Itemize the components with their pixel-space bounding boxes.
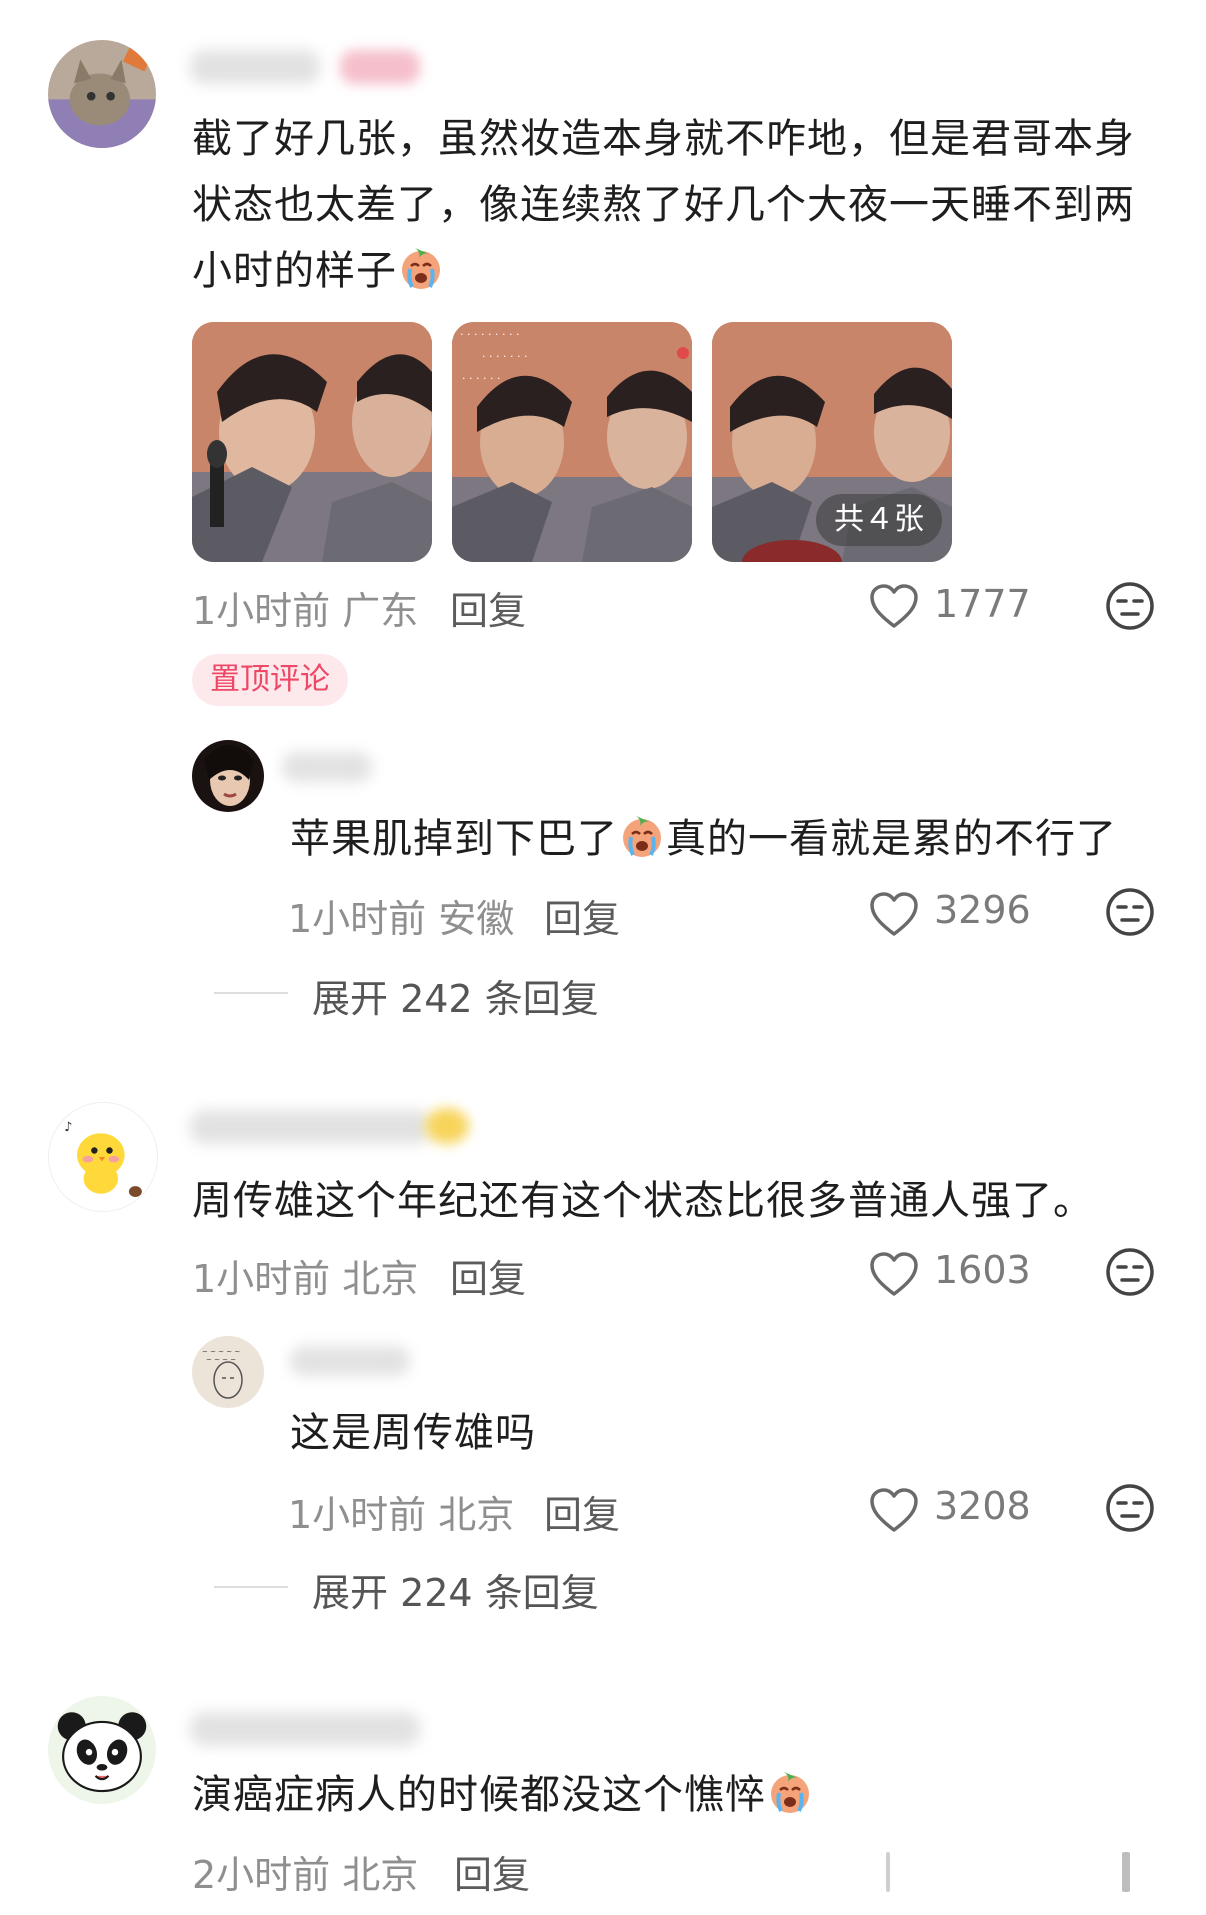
reply-time-location: 1小时前 安徽 — [288, 897, 515, 941]
reply-text: 苹果肌掉到下巴了 真的一看就是累的不行了 — [290, 806, 1170, 872]
comment-image-2[interactable]: · · · · · · · · · · · · · · · · · · · · … — [452, 322, 692, 562]
reply-time-location: 1小时前 北京 — [288, 1493, 515, 1537]
expand-divider — [214, 1586, 288, 1588]
like-count: 1777 — [934, 582, 1031, 626]
reply-button[interactable]: 回复 — [454, 1844, 530, 1899]
reply-button[interactable]: 回复 — [544, 1484, 620, 1539]
reply-button[interactable]: 回复 — [450, 580, 526, 635]
expand-replies-button[interactable]: 展开 224 条回复 — [312, 1562, 599, 1617]
svg-text:· · · · · ·: · · · · · · — [462, 372, 500, 385]
pinned-comment-tag: 置顶评论 — [192, 654, 348, 706]
like-count: 3208 — [934, 1484, 1031, 1528]
user-tag-blurred — [340, 50, 420, 84]
heart-outline-icon[interactable] — [868, 582, 920, 630]
image-count-badge[interactable]: 共４张 — [816, 494, 942, 546]
heart-outline-icon[interactable] — [868, 1250, 920, 1298]
scroll-indicator — [1122, 1852, 1130, 1892]
heart-outline-icon[interactable] — [868, 890, 920, 938]
comment-text: 周传雄这个年纪还有这个状态比很多普通人强了。 — [192, 1178, 1094, 1224]
comment-time-location: 1小时前 北京 — [192, 1257, 419, 1301]
like-count: 1603 — [934, 1248, 1031, 1292]
comment-time-location: 2小时前 北京 — [192, 1853, 419, 1897]
username-blurred[interactable] — [282, 752, 372, 782]
reply-button[interactable]: 回复 — [544, 888, 620, 943]
avatar-cat[interactable] — [48, 40, 156, 148]
reply-button[interactable]: 回复 — [450, 1248, 526, 1303]
avatar-chick[interactable]: ♪ — [48, 1102, 158, 1212]
scroll-indicator — [886, 1852, 890, 1892]
avatar-sketch[interactable]: ~ ~ ~ ~ ~ ~ ~ ~ ~ — [192, 1336, 264, 1408]
neutral-face-icon[interactable] — [1104, 580, 1156, 632]
avatar-panda[interactable] — [48, 1696, 156, 1804]
comment-time-location: 1小时前 广东 — [192, 589, 419, 633]
username-blurred[interactable] — [190, 1110, 430, 1144]
comment-image-1[interactable] — [192, 322, 432, 562]
crying-face-emoji — [397, 244, 445, 292]
username-blurred[interactable] — [190, 50, 320, 84]
crying-face-emoji — [618, 812, 666, 860]
avatar-woman[interactable] — [192, 740, 264, 812]
username-blurred[interactable] — [190, 1712, 420, 1746]
comment-text: 演癌症病人的时候都没这个憔悴 — [192, 1762, 1172, 1828]
heart-outline-icon[interactable] — [868, 1486, 920, 1534]
crying-face-emoji — [766, 1768, 814, 1816]
comment-text: 截了好几张，虽然妆造本身就不咋地，但是君哥本身 状态也太差了，像连续熬了好几个大… — [192, 116, 1135, 294]
svg-text:♪: ♪ — [64, 1120, 72, 1135]
svg-text:~ ~ ~ ~: ~ ~ ~ ~ — [206, 1356, 236, 1364]
expand-replies-button[interactable]: 展开 242 条回复 — [312, 968, 599, 1023]
neutral-face-icon[interactable] — [1104, 1246, 1156, 1298]
svg-text:· · · · · · ·: · · · · · · · — [482, 350, 527, 363]
like-count: 3296 — [934, 888, 1031, 932]
neutral-face-icon[interactable] — [1104, 1482, 1156, 1534]
user-badge-blurred — [425, 1108, 469, 1144]
svg-text:~ ~ ~ ~ ~: ~ ~ ~ ~ ~ — [202, 1348, 240, 1356]
username-blurred[interactable] — [290, 1346, 410, 1376]
neutral-face-icon[interactable] — [1104, 886, 1156, 938]
reply-text: 这是周传雄吗 — [290, 1410, 536, 1456]
svg-text:· · · · · · · · ·: · · · · · · · · · — [460, 328, 519, 341]
expand-divider — [214, 992, 288, 994]
